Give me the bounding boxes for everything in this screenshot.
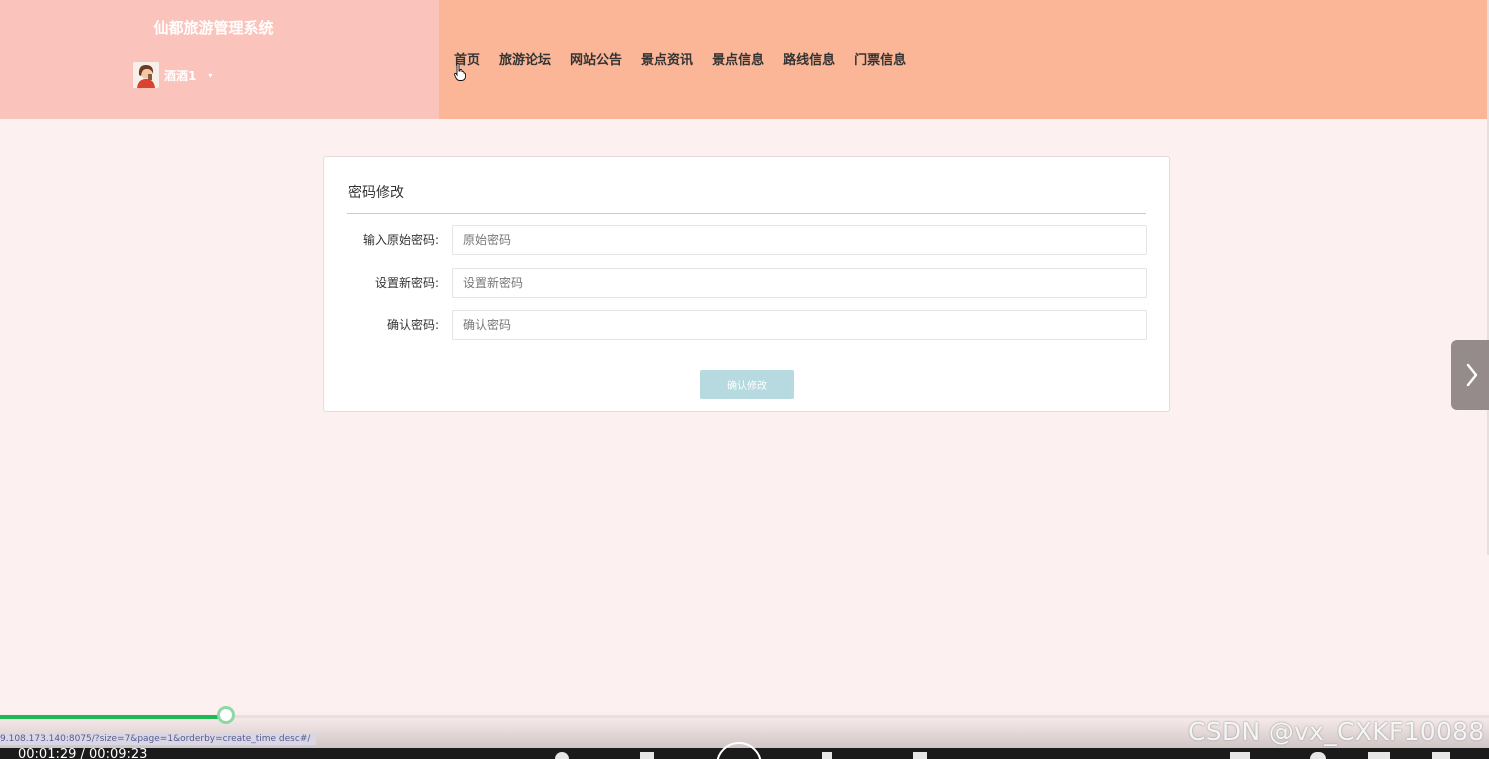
card-title: 密码修改 xyxy=(348,185,404,201)
progress-handle[interactable] xyxy=(217,706,235,724)
system-title: 仙都旅游管理系统 xyxy=(153,19,274,37)
volume-icon[interactable] xyxy=(913,752,927,759)
quality-icon[interactable] xyxy=(1230,752,1250,759)
card-divider xyxy=(347,213,1146,214)
nav-scenic-news[interactable]: 景点资讯 xyxy=(641,49,693,68)
form-row-confirm-password: 确认密码: xyxy=(324,310,1169,340)
nav-scenic-info[interactable]: 景点信息 xyxy=(712,49,764,68)
prev-icon[interactable] xyxy=(555,752,569,759)
main-navbar: 首页 旅游论坛 网站公告 景点资讯 景点信息 路线信息 门票信息 xyxy=(439,0,1489,119)
forward-icon[interactable] xyxy=(822,752,832,759)
brand-panel: 仙都旅游管理系统 酒酒1 ▾ xyxy=(0,0,439,119)
progress-fill xyxy=(0,715,226,719)
form-row-new-password: 设置新密码: xyxy=(324,268,1169,298)
rewind-icon[interactable] xyxy=(640,752,654,759)
nav-announcements[interactable]: 网站公告 xyxy=(570,49,622,68)
username[interactable]: 酒酒1 xyxy=(164,67,196,84)
new-password-label: 设置新密码: xyxy=(374,276,439,290)
password-change-card: 密码修改 输入原始密码: 设置新密码: 确认密码: 确认修改 xyxy=(323,156,1170,412)
caret-down-icon[interactable]: ▾ xyxy=(208,71,212,80)
chevron-right-icon[interactable] xyxy=(1451,340,1489,410)
old-password-label: 输入原始密码: xyxy=(362,233,439,247)
nav-route-info[interactable]: 路线信息 xyxy=(783,49,835,68)
hand-pointer-cursor-icon xyxy=(454,63,466,85)
settings-icon[interactable] xyxy=(1310,752,1326,759)
player-time: 00:01:29 / 00:09:23 xyxy=(18,748,148,759)
form-row-old-password: 输入原始密码: xyxy=(324,225,1169,255)
confirm-password-label: 确认密码: xyxy=(386,318,439,332)
old-password-input[interactable] xyxy=(452,225,1147,255)
watermark: CSDN @vx_CXKF10088 xyxy=(1188,717,1485,746)
nav-menu: 首页 旅游论坛 网站公告 景点资讯 景点信息 路线信息 门票信息 xyxy=(454,49,906,68)
confirm-password-input[interactable] xyxy=(452,310,1147,340)
new-password-input[interactable] xyxy=(452,268,1147,298)
top-header: 仙都旅游管理系统 酒酒1 ▾ 首页 旅游论坛 网站公告 景点资讯 景点信息 路线… xyxy=(0,0,1489,119)
nav-forum[interactable]: 旅游论坛 xyxy=(499,49,551,68)
nav-ticket-info[interactable]: 门票信息 xyxy=(854,49,906,68)
fullscreen-icon[interactable] xyxy=(1432,752,1450,759)
window-icon[interactable] xyxy=(1368,752,1390,759)
user-avatar-icon[interactable] xyxy=(133,62,159,88)
confirm-change-button[interactable]: 确认修改 xyxy=(700,370,794,399)
user-menu[interactable]: 酒酒1 ▾ xyxy=(133,62,212,88)
status-url: 9.108.173.140:8075/?size=7&page=1&orderb… xyxy=(0,733,317,745)
